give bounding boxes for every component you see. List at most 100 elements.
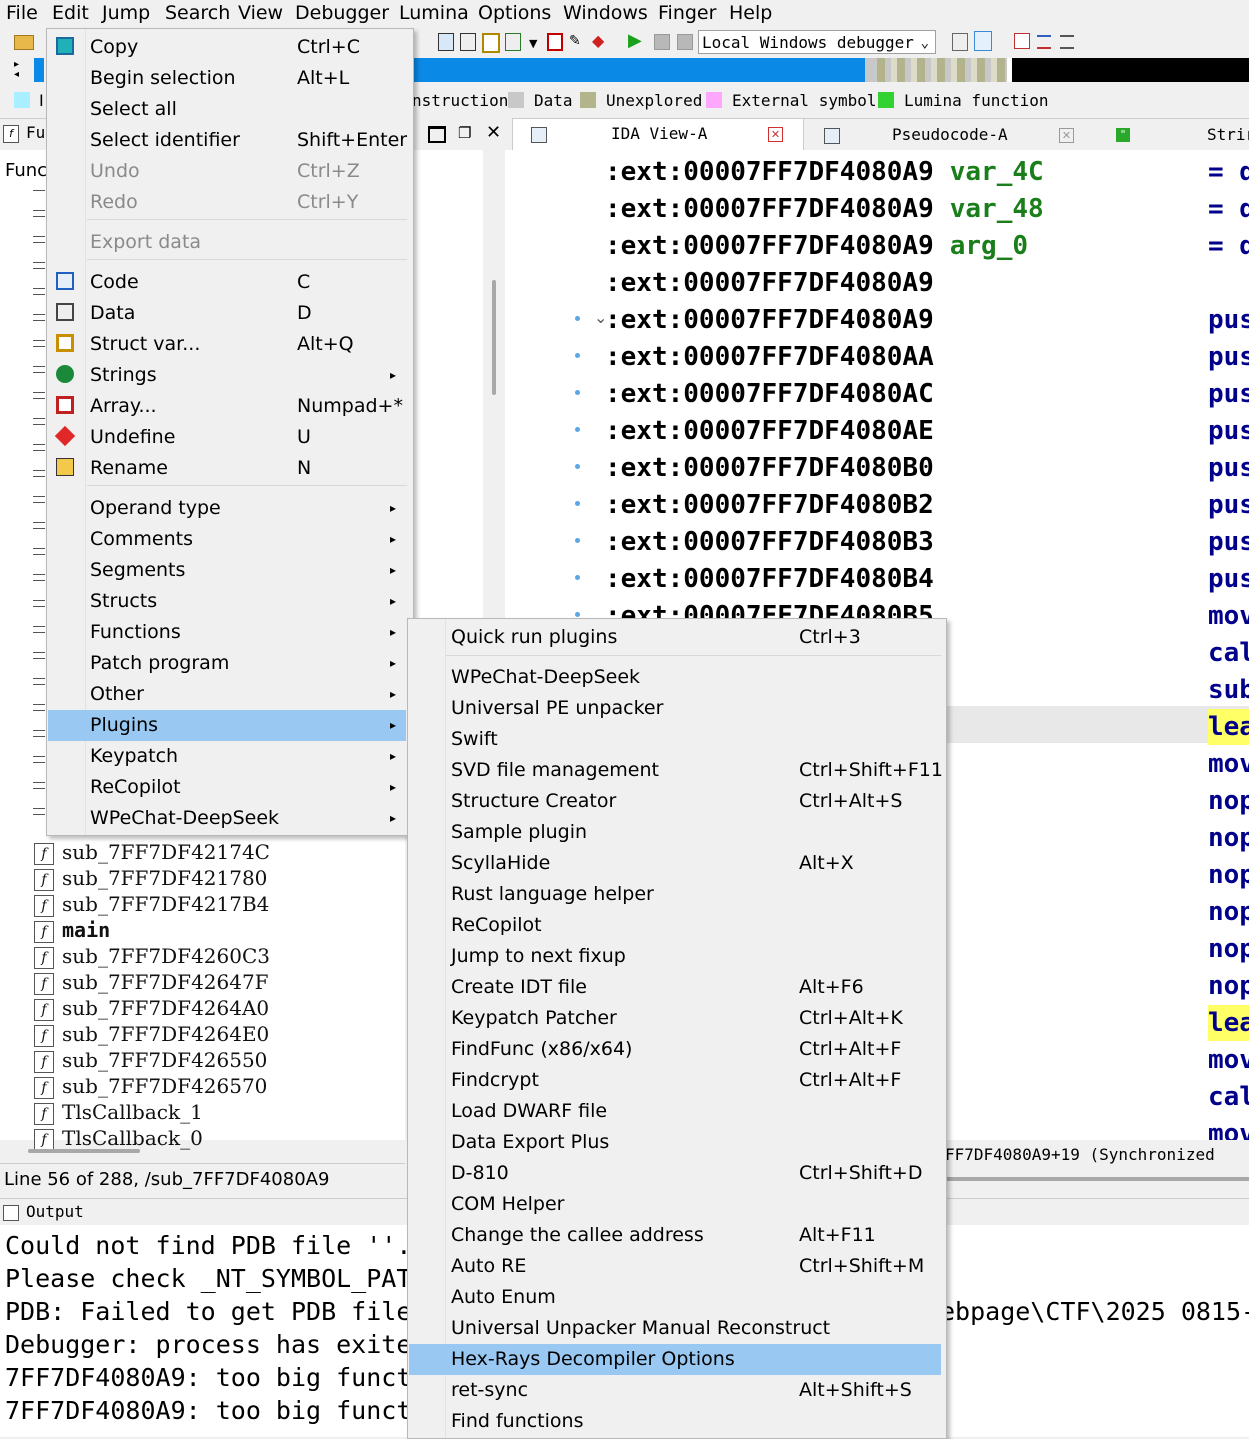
scrollbar-thumb[interactable]: [492, 280, 496, 395]
tab-ida-view[interactable]: IDA View-A ✕: [512, 118, 804, 151]
menu-file[interactable]: File: [6, 1, 38, 25]
plugin-menu-item[interactable]: Universal Unpacker Manual Reconstruct: [409, 1313, 941, 1344]
disasm-mnemonic[interactable]: pus: [1208, 339, 1249, 375]
disasm-mnemonic[interactable]: mov: [1208, 746, 1249, 782]
disasm-mnemonic[interactable]: nop: [1208, 968, 1249, 1004]
plugin-menu-item[interactable]: ret-sync Alt+Shift+S: [409, 1375, 941, 1406]
disasm-line[interactable]: :ext:00007FF7DF4080A9 arg_0: [605, 228, 1028, 265]
list-tool-icon-1[interactable]: [1014, 33, 1030, 49]
disasm-variable[interactable]: var_48: [950, 194, 1044, 224]
plugin-menu-item[interactable]: D-810 Ctrl+Shift+D: [409, 1158, 941, 1189]
disasm-mnemonic[interactable]: mov: [1208, 1116, 1249, 1140]
plugin-menu-item[interactable]: Auto RE Ctrl+Shift+M: [409, 1251, 941, 1282]
disasm-line[interactable]: :ext:00007FF7DF4080B4: [605, 561, 934, 598]
breakpoint-dot[interactable]: [575, 316, 580, 321]
plugin-menu-item[interactable]: Data Export Plus: [409, 1127, 941, 1158]
edit-menu-item[interactable]: Array... Numpad+*: [48, 391, 406, 422]
struct-tool-icon[interactable]: [482, 33, 500, 53]
menu-jump[interactable]: Jump: [102, 1, 150, 25]
breakpoint-dot[interactable]: [575, 390, 580, 395]
disasm-line[interactable]: :ext:00007FF7DF4080AE: [605, 413, 934, 450]
rename-tool-icon[interactable]: ✎: [569, 33, 585, 49]
ida-hscroll-thumb[interactable]: [945, 1177, 1249, 1181]
function-list-item[interactable]: f sub_7FF7DF426550: [34, 1048, 267, 1074]
restore-panel-icon[interactable]: ❐: [458, 124, 471, 142]
edit-menu-item[interactable]: Keypatch ▸: [48, 741, 406, 772]
edit-menu-item[interactable]: Struct var... Alt+Q: [48, 329, 406, 360]
menu-search[interactable]: Search: [165, 1, 230, 25]
menu-help[interactable]: Help: [729, 1, 772, 25]
plugin-menu-item[interactable]: Create IDT file Alt+F6: [409, 972, 941, 1003]
disasm-mnemonic[interactable]: mov: [1208, 1042, 1249, 1078]
plugin-menu-item[interactable]: FindFunc (x86/x64) Ctrl+Alt+F: [409, 1034, 941, 1065]
disasm-line[interactable]: :ext:00007FF7DF4080A9 var_4C: [605, 154, 1044, 191]
breakpoint-dot[interactable]: [575, 353, 580, 358]
disasm-mnemonic[interactable]: = q: [1208, 228, 1249, 264]
disasm-mnemonic[interactable]: pus: [1208, 450, 1249, 486]
menu-windows[interactable]: Windows: [563, 1, 648, 25]
menu-edit[interactable]: Edit: [52, 1, 89, 25]
menu-finger[interactable]: Finger: [658, 1, 716, 25]
plugin-menu-item[interactable]: Auto Enum: [409, 1282, 941, 1313]
plugin-menu-item[interactable]: Rust language helper: [409, 879, 941, 910]
menu-lumina[interactable]: Lumina: [399, 1, 469, 25]
collapse-chevron-icon[interactable]: ⌄: [594, 308, 607, 327]
edit-menu-item[interactable]: Functions ▸: [48, 617, 406, 648]
disasm-mnemonic[interactable]: nop: [1208, 820, 1249, 856]
tab-pseudocode[interactable]: Pseudocode-A ✕: [806, 118, 1096, 150]
pause-icon[interactable]: [654, 34, 670, 50]
plugin-menu-item[interactable]: Keypatch Patcher Ctrl+Alt+K: [409, 1003, 941, 1034]
debugger-select[interactable]: Local Windows debugger ⌄: [698, 30, 936, 54]
edit-menu-item[interactable]: Rename N: [48, 453, 406, 484]
breakpoint-dot[interactable]: [575, 501, 580, 506]
plugin-menu-item[interactable]: SVD file management Ctrl+Shift+F11: [409, 755, 943, 786]
data-tool-icon[interactable]: [460, 33, 476, 51]
function-list-item[interactable]: f sub_7FF7DF4260C3: [34, 944, 270, 970]
edit-menu-item[interactable]: Begin selection Alt+L: [48, 63, 406, 94]
plugin-menu-item[interactable]: Hex-Rays Decompiler Options: [409, 1344, 941, 1375]
breakpoint-dot[interactable]: [575, 575, 580, 580]
edit-menu-item[interactable]: Strings ▸: [48, 360, 406, 391]
function-list-item[interactable]: f sub_7FF7DF4264E0: [34, 1022, 269, 1048]
menu-debugger[interactable]: Debugger: [295, 1, 389, 25]
plugin-menu-item[interactable]: Universal PE unpacker: [409, 693, 941, 724]
disasm-mnemonic[interactable]: lea: [1208, 709, 1249, 745]
disasm-mnemonic[interactable]: pus: [1208, 413, 1249, 449]
plugin-menu-item[interactable]: Change the callee address Alt+F11: [409, 1220, 941, 1251]
plugin-menu-item[interactable]: Jump to next fixup: [409, 941, 941, 972]
edit-menu-item[interactable]: Other ▸: [48, 679, 406, 710]
disasm-mnemonic[interactable]: = d: [1208, 191, 1249, 227]
plugin-menu-item[interactable]: COM Helper: [409, 1189, 941, 1220]
disasm-line[interactable]: :ext:00007FF7DF4080B3: [605, 524, 934, 561]
disasm-mnemonic[interactable]: nop: [1208, 857, 1249, 893]
disasm-mnemonic[interactable]: cal: [1208, 635, 1249, 671]
breakpoint-dot[interactable]: [575, 538, 580, 543]
plugin-menu-item[interactable]: Load DWARF file: [409, 1096, 941, 1127]
menu-view[interactable]: View: [238, 1, 283, 25]
function-list-item[interactable]: f sub_7FF7DF421780: [34, 866, 267, 892]
disasm-mnemonic[interactable]: nop: [1208, 783, 1249, 819]
disasm-line[interactable]: :ext:00007FF7DF4080B0: [605, 450, 934, 487]
disasm-variable[interactable]: arg_0: [950, 231, 1028, 261]
disasm-mnemonic[interactable]: pus: [1208, 487, 1249, 523]
menu-options[interactable]: Options: [478, 1, 551, 25]
plugin-menu-item[interactable]: WPeChat-DeepSeek: [409, 662, 941, 693]
edit-menu-item[interactable]: Select all: [48, 94, 406, 125]
functions-column-header[interactable]: Func: [5, 160, 47, 181]
edit-menu-item[interactable]: Copy Ctrl+C: [48, 32, 406, 63]
start-debug-icon[interactable]: ▶: [628, 32, 642, 50]
plugin-menu-item[interactable]: Findcrypt Ctrl+Alt+F: [409, 1065, 941, 1096]
edit-menu-item[interactable]: ReCopilot ▸: [48, 772, 406, 803]
function-list-item[interactable]: f main: [34, 918, 110, 944]
function-list-item[interactable]: f sub_7FF7DF426570: [34, 1074, 267, 1100]
disasm-line[interactable]: :ext:00007FF7DF4080A9 var_48: [605, 191, 1044, 228]
disasm-mnemonic[interactable]: pus: [1208, 561, 1249, 597]
debug-tool-icon-2[interactable]: [974, 31, 992, 51]
function-list-item[interactable]: f sub_7FF7DF42647F: [34, 970, 269, 996]
disasm-line[interactable]: :ext:00007FF7DF4080A9: [605, 265, 934, 302]
disasm-line[interactable]: :ext:00007FF7DF4080A9: [605, 302, 934, 339]
edit-menu-item[interactable]: Code C: [48, 267, 406, 298]
disasm-mnemonic[interactable]: lea: [1208, 1005, 1249, 1041]
dropdown-arrow-icon[interactable]: ▼: [529, 37, 537, 50]
edit-menu-item[interactable]: Operand type ▸: [48, 493, 406, 524]
